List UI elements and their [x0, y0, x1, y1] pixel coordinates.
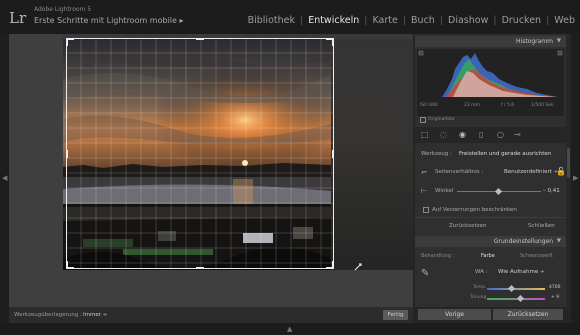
- module-diashow[interactable]: Diashow: [443, 15, 493, 26]
- crop-tool-icon[interactable]: ⬚: [421, 130, 429, 139]
- shutter-speed: 1/500 Sek.: [531, 103, 556, 108]
- tool-name: Freistellen und gerade ausrichten: [459, 151, 552, 157]
- expand-left-arrow-icon[interactable]: ◀: [2, 174, 7, 182]
- rotate-cursor-icon: [354, 263, 362, 271]
- previous-button[interactable]: Vorige: [418, 309, 491, 320]
- treatment-bw-option[interactable]: Schwarzweiß: [520, 253, 553, 259]
- wb-select[interactable]: Wie Aufnahme ÷: [498, 269, 545, 275]
- catalog-name[interactable]: Erste Schritte mit Lightroom mobile ▸: [34, 16, 184, 25]
- module-web[interactable]: Web: [549, 15, 580, 26]
- aspect-ratio-select[interactable]: Benutzerdefiniert ÷: [504, 169, 558, 175]
- collapse-triangle-icon[interactable]: ▼: [557, 238, 561, 244]
- crop-frame-icon[interactable]: ⌐: [421, 168, 428, 177]
- basic-panel-header[interactable]: Grundeinstellungen ▼: [415, 236, 566, 247]
- white-balance-picker-icon[interactable]: ✎: [421, 268, 429, 279]
- crop-outside-region: [331, 39, 413, 270]
- wb-label: WA :: [475, 269, 488, 275]
- histogram-graph: [418, 50, 563, 97]
- angle-slider-knob[interactable]: [494, 187, 503, 196]
- overlay-select[interactable]: Immer ÷: [83, 312, 107, 318]
- red-eye-icon[interactable]: ◉: [459, 130, 466, 139]
- top-bar: Lr Adobe Lightroom 5 Erste Schritte mit …: [0, 0, 580, 34]
- histogram[interactable]: ISO 800 23 mm f / 5,6 1/500 Sek.: [417, 49, 564, 116]
- original-photo-checkbox[interactable]: [420, 117, 426, 123]
- module-drucken[interactable]: Drucken: [497, 15, 547, 26]
- radial-filter-icon[interactable]: ○: [497, 130, 504, 139]
- module-entwickeln[interactable]: Entwickeln: [303, 15, 364, 26]
- spot-removal-icon[interactable]: ◌: [440, 130, 447, 139]
- reset-button[interactable]: Zurücksetzen: [493, 309, 563, 320]
- temp-slider-knob[interactable]: [507, 284, 516, 293]
- panel-scrollbar-thumb[interactable]: [567, 148, 570, 178]
- right-edge-strip[interactable]: ▶: [571, 34, 580, 323]
- aperture-value: f / 5,6: [501, 103, 515, 108]
- tint-label: Tönung: [470, 295, 487, 300]
- tool-label: Werkzeug :: [421, 151, 452, 157]
- angle-label: Winkel: [435, 188, 454, 194]
- bottom-toolbar: Werkzeugüberlagerung : Immer ÷ Fertig: [9, 307, 413, 323]
- temp-slider[interactable]: [487, 288, 545, 290]
- filmstrip-bar[interactable]: ▲: [0, 323, 580, 335]
- module-bibliothek[interactable]: Bibliothek: [243, 15, 300, 26]
- module-karte[interactable]: Karte: [367, 15, 402, 26]
- collapse-triangle-icon[interactable]: ▼: [557, 38, 561, 44]
- tint-slider-knob[interactable]: [516, 294, 525, 303]
- crop-grid-overlay[interactable]: [66, 38, 334, 269]
- divider: [415, 217, 566, 218]
- crop-reset-button[interactable]: Zurücksetzen: [449, 223, 486, 229]
- overlay-label: Werkzeugüberlagerung :: [14, 312, 82, 318]
- done-button[interactable]: Fertig: [383, 310, 408, 320]
- straighten-tool-icon[interactable]: ⊢: [421, 187, 427, 195]
- aspect-ratio-label: Seitenverhältnis :: [435, 169, 484, 175]
- angle-value[interactable]: – 0,41: [543, 188, 560, 194]
- lightroom-logo: Lr: [9, 9, 27, 27]
- expand-filmstrip-arrow-icon[interactable]: ▲: [287, 325, 292, 333]
- graduated-filter-icon[interactable]: ▯: [479, 130, 483, 139]
- focal-length: 23 mm: [464, 103, 480, 108]
- tint-value[interactable]: + 9: [551, 295, 559, 300]
- histogram-header[interactable]: Histogramm ▼: [415, 36, 566, 47]
- constrain-checkbox[interactable]: [423, 207, 429, 213]
- basic-panel-title: Grundeinstellungen: [493, 238, 553, 245]
- develop-panel: Histogramm ▼ ISO 800 23 mm f / 5,6 1/500…: [415, 34, 566, 307]
- adjustment-brush-icon[interactable]: ⊸: [514, 130, 521, 139]
- iso-value: ISO 800: [420, 103, 438, 108]
- tool-strip: ⬚ ◌ ◉ ▯ ○ ⊸: [415, 127, 566, 143]
- temp-label: Temp.: [473, 285, 487, 290]
- lock-icon[interactable]: 🔓: [556, 167, 566, 176]
- original-photo-label: Originalfoto: [428, 117, 455, 122]
- collapse-right-arrow-icon[interactable]: ▶: [573, 174, 578, 182]
- module-picker: Bibliothek | Entwickeln | Karte | Buch | Dia…: [243, 15, 580, 26]
- treatment-color-option[interactable]: Farbe: [481, 253, 495, 259]
- crop-close-button[interactable]: Schließen: [528, 223, 555, 229]
- constrain-label: Auf Verzerrungen beschränken: [432, 207, 517, 213]
- left-panel-collapsed[interactable]: ◀: [0, 34, 9, 323]
- module-buch[interactable]: Buch: [406, 15, 440, 26]
- temp-value[interactable]: 4700: [549, 285, 560, 290]
- treatment-label: Behandlung :: [421, 253, 455, 259]
- histogram-title: Histogramm: [516, 38, 553, 45]
- product-name: Adobe Lightroom 5: [34, 6, 92, 13]
